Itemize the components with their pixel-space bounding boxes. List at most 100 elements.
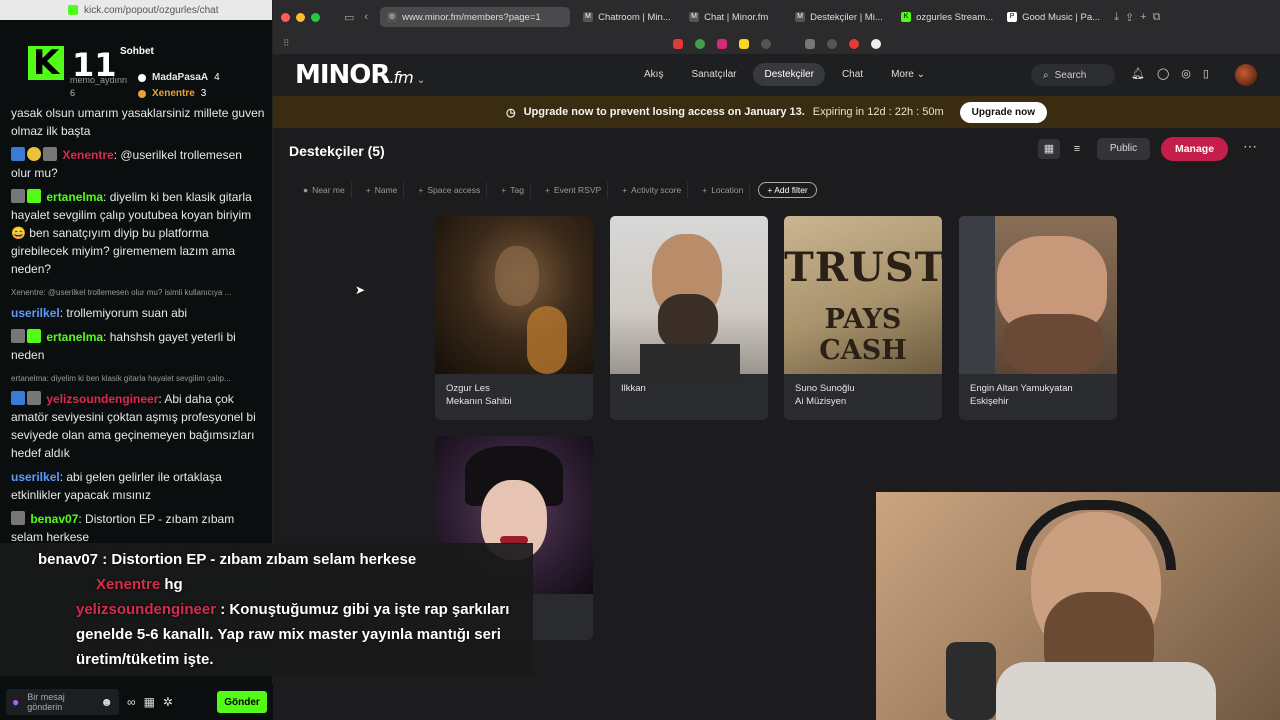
instagram-icon[interactable] xyxy=(716,39,727,49)
kick-icon: K xyxy=(901,12,912,22)
webcam-shirt xyxy=(996,662,1216,720)
sidebar-toggle-icon[interactable]: ▭ xyxy=(344,11,354,24)
chat-username[interactable]: ertanelma xyxy=(46,190,103,204)
tab-label: Good Music | Pa... xyxy=(1022,11,1101,23)
nav-chat[interactable]: Chat xyxy=(831,63,874,86)
globe-icon[interactable] xyxy=(826,39,837,49)
browser-tab[interactable]: P Good Music | Pa... xyxy=(1000,7,1100,27)
leaderboard-item[interactable]: MadaPasaA 4 xyxy=(138,72,220,83)
maximize-window-icon[interactable] xyxy=(311,12,320,22)
plus-icon: + xyxy=(702,185,708,195)
search-input[interactable]: ⌕ Search xyxy=(1031,64,1115,86)
bell-icon[interactable]: 🔔︎ xyxy=(1131,67,1145,80)
filter-event-rsvp[interactable]: + Event RSVP xyxy=(539,182,609,198)
download-icon[interactable]: ⤓ xyxy=(1114,11,1119,24)
nav-sanatcilar[interactable]: Sanatçılar xyxy=(680,63,747,86)
plus-icon: + xyxy=(622,185,628,195)
upgrade-now-button[interactable]: Upgrade now xyxy=(959,101,1047,123)
top-user-name: memo_aydınn xyxy=(70,75,128,85)
member-card[interactable]: Ozgur Les Mekanın Sahibi xyxy=(435,216,593,420)
public-button[interactable]: Public xyxy=(1097,138,1150,160)
messages-icon[interactable]: ◎ xyxy=(1181,67,1191,80)
member-photo xyxy=(435,216,593,374)
grid-view-icon[interactable]: ▦ xyxy=(1038,139,1060,159)
store-icon[interactable]: ▦ xyxy=(144,695,155,709)
more-options-icon[interactable]: ⋯ xyxy=(1243,138,1257,155)
microphone-icon[interactable]: ● xyxy=(12,695,19,709)
emoji-icon[interactable]: ☻ xyxy=(100,695,113,709)
chat-bubble-icon[interactable]: ◯ xyxy=(1157,67,1169,80)
member-card[interactable]: TRUST PAYS CASH Suno Sunoğlu Ai Müzisyen xyxy=(784,216,942,420)
chat-username[interactable]: Xenentre xyxy=(62,148,113,162)
send-button[interactable]: Gönder xyxy=(217,691,267,713)
chat-username[interactable]: benav07 xyxy=(30,512,78,526)
browser-tab[interactable]: M Chat | Minor.fm xyxy=(682,7,782,27)
reddit-icon[interactable] xyxy=(848,39,859,49)
gear-icon[interactable]: ✲ xyxy=(163,695,173,709)
member-name-block: Suno Sunoğlu Ai Müzisyen xyxy=(784,374,942,408)
member-subtitle: Eskişehir xyxy=(970,396,1009,407)
back-arrow-icon[interactable]: ‹ xyxy=(364,11,368,23)
chat-username[interactable]: ertanelma xyxy=(46,330,103,344)
member-card[interactable]: Ilkkan xyxy=(610,216,768,420)
bookmark-icon[interactable] xyxy=(804,39,815,49)
search-placeholder: Search xyxy=(1054,69,1087,81)
nav-more[interactable]: More ⌄ xyxy=(880,63,936,86)
chat-url: kick.com/popout/ozgurles/chat xyxy=(84,4,219,16)
tab-overview-icon[interactable]: ⧉ xyxy=(1153,11,1161,24)
sign-text: PAYS CASH xyxy=(819,304,907,366)
link-icon[interactable]: ∞ xyxy=(127,695,136,709)
nav-icon-group: 🔔︎ ◯ ◎ ▯ xyxy=(1131,67,1209,80)
chat-message-input[interactable]: ● Bir mesaj gönderin ☻ xyxy=(6,689,119,715)
filter-space-access[interactable]: + Space access xyxy=(412,182,488,198)
browser-tab[interactable]: M Destekçiler | Mi... xyxy=(788,7,888,27)
reply-reference[interactable]: Xenentre: @userilkel trollemesen olur mu… xyxy=(11,284,265,302)
chat-username[interactable]: userilkel xyxy=(11,470,60,484)
chevron-down-icon[interactable]: ⌄ xyxy=(417,75,425,86)
member-card[interactable]: Engin Altan Yamukyatan Eskişehir xyxy=(959,216,1117,420)
youtube-icon[interactable] xyxy=(672,39,683,49)
grid-icon[interactable]: ⠿ xyxy=(283,38,290,49)
manage-button[interactable]: Manage xyxy=(1161,137,1228,161)
list-view-icon[interactable]: ≡ xyxy=(1066,139,1088,159)
address-bar-url[interactable]: www.minor.fm/members?page=1 xyxy=(402,12,541,23)
nav-akis[interactable]: Akış xyxy=(633,63,674,86)
portrait-face xyxy=(495,246,539,306)
logo-suffix: .fm xyxy=(389,68,413,87)
github-icon[interactable] xyxy=(870,39,881,49)
site-logo[interactable]: MINOR.fm ⌄ xyxy=(295,60,425,90)
chat-message-text: : hahshsh gayet yeterli bi neden xyxy=(11,330,236,362)
filter-tag[interactable]: + Tag xyxy=(495,182,531,198)
globe-icon[interactable] xyxy=(760,39,771,49)
tab-label: Chatroom | Min... xyxy=(598,11,671,23)
banner-text: Upgrade now to prevent losing access on … xyxy=(523,106,805,118)
filter-activity-score[interactable]: + Activity score xyxy=(616,182,689,198)
browser-tab[interactable]: Kozgurles Stream... xyxy=(894,7,994,27)
bookmark-icon[interactable]: ▯ xyxy=(1203,67,1209,80)
filter-location[interactable]: + Location xyxy=(696,182,751,198)
minimize-window-icon[interactable] xyxy=(296,12,305,22)
avatar[interactable] xyxy=(1235,64,1257,86)
filter-label: Name xyxy=(374,185,398,195)
chat-username[interactable]: yelizsoundengineer xyxy=(46,392,158,406)
badge-icon xyxy=(11,147,25,161)
filter-near-me[interactable]: ● Near me xyxy=(297,182,352,198)
chat-username[interactable]: userilkel xyxy=(11,306,60,320)
badge-icon xyxy=(11,189,25,203)
drop-icon[interactable] xyxy=(694,39,705,49)
badge-icon xyxy=(43,147,57,161)
browser-tab[interactable]: ◎ www.minor.fm/members?page=1 xyxy=(380,7,571,27)
new-tab-icon[interactable]: + xyxy=(1140,11,1146,23)
add-filter-label: Add filter xyxy=(774,185,808,195)
filter-name[interactable]: + Name xyxy=(360,182,405,198)
nav-destekciler[interactable]: Destekçiler xyxy=(753,63,825,86)
bookmark-icon[interactable] xyxy=(738,39,749,49)
add-filter-button[interactable]: + Add filter xyxy=(758,182,817,198)
member-name: Engin Altan Yamukyatan xyxy=(970,383,1073,394)
reply-reference[interactable]: ertanelma: diyelim ki ben klasik gitarla… xyxy=(11,370,265,388)
close-window-icon[interactable] xyxy=(281,12,290,22)
leaderboard-item[interactable]: Xenentre 3 xyxy=(138,88,206,99)
share-icon[interactable]: ⇪ xyxy=(1125,11,1134,24)
browser-tab[interactable]: M Chatroom | Min... xyxy=(576,7,676,27)
chat-url-bar[interactable]: kick.com/popout/ozgurles/chat xyxy=(0,0,272,20)
